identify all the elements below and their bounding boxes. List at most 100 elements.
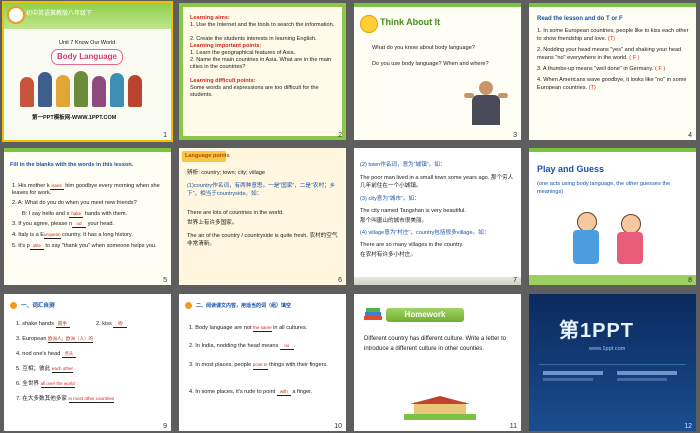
question-1: What do you know about body language? [372, 45, 475, 51]
example-3: The poor man lived in a small town some … [360, 175, 514, 189]
slide-topbar [529, 3, 696, 7]
slide-thumbnail-12[interactable]: 第1PPT www.1ppt.com 12 [529, 294, 696, 431]
slide-subtitle: (one acts using body language, the other… [537, 181, 671, 195]
important-heading: Learning important points: [190, 43, 262, 49]
slide-number: 11 [509, 423, 517, 430]
aims-line-2: 2. Create the students interests in lear… [190, 36, 317, 42]
point-3: (3) city意为“城市”。如： [360, 196, 420, 202]
kids-cartoon-image [559, 210, 669, 268]
statement-2: 2. Nodding your head means "yes" and sha… [537, 47, 682, 61]
slide-heading: 一、词汇自测 [21, 303, 55, 309]
bullet-dot-icon [185, 302, 192, 309]
fill-item-2a: 2. A: What do you do when you meet new f… [12, 200, 137, 206]
slide-thumbnail-1[interactable]: 初中英语冀教版八年级下 Unit 7 Know Our World Body L… [2, 1, 173, 142]
slide-thumbnail-2[interactable]: Learning aims: 1. Use the Internet and t… [179, 3, 346, 140]
slide-thumbnail-11[interactable]: Homework Different country has different… [354, 294, 521, 431]
fill-item-2b: B: I say hello and s hake hands with them… [22, 211, 128, 218]
slide-thumbnail-10[interactable]: 二、阅读课文内容，用适当的词（组）填空 1. Body language are… [179, 294, 346, 431]
aims-line-1: 1. Use the Internet and the tools to sea… [190, 22, 335, 28]
slide-topbar [4, 148, 171, 152]
slide-heading: 二、阅读课文内容，用适当的词（组）填空 [196, 303, 292, 309]
slide-thumbnail-3[interactable]: Think About It What do you know about bo… [354, 3, 521, 140]
slide-title: Fill in the blanks with the words in thi… [10, 162, 134, 168]
slide-title: Read the lesson and do T or F [537, 16, 623, 22]
title-box: Body Language [51, 49, 123, 65]
statement-4: 4. When Americans wave goodbye, it looks… [537, 77, 687, 91]
slide-grid: 初中英语冀教版八年级下 Unit 7 Know Our World Body L… [2, 1, 696, 431]
fill-item-1: 1. His mother k isses him goodbye every m… [12, 183, 160, 196]
example-4-cn: 那个叫唐山的城市很美丽。 [360, 218, 428, 224]
fill-sentence-2: 2. In India, nodding the head means no. [189, 343, 296, 350]
slide-thumbnail-6[interactable]: Language points 辨析: country; town; city;… [179, 148, 346, 285]
fill-sentence-4: 4. In some places, it's rude to point wi… [189, 389, 313, 396]
fill-item-4: 4. Italy is a European country. It has a… [12, 232, 133, 239]
point-1: (1)country作名词，有两种意思，一是“国家”，二是“农村；乡下”，相当于… [187, 183, 336, 197]
cartoon-face-icon [360, 15, 378, 33]
vocab-5: 5. 互相；彼此 each other [16, 366, 74, 373]
slide-title: Homework [404, 310, 446, 319]
people-image [18, 69, 158, 109]
slide-thumbnail-9[interactable]: 一、词汇自测 1. shake hands 握手 2. kiss 吻 3. Eu… [4, 294, 171, 431]
aims-heading: Learning aims: [190, 15, 230, 21]
slide-number: 2 [338, 132, 342, 139]
vocab-7: 7. 在大多数其他多家 in most other countries [16, 396, 115, 403]
key-words: 辨析: country; town; city; village [187, 170, 266, 176]
slide-thumbnail-7[interactable]: (2) town作名词，意为“城镇”。如： The poor man lived… [354, 148, 521, 285]
brand-url: www.1ppt.com [589, 346, 626, 352]
school-house-image [404, 394, 476, 420]
slide-thumbnail-8[interactable]: Play and Guess (one acts using body lang… [529, 148, 696, 285]
brand-logo: 第1PPT [559, 320, 635, 342]
statement-1: 1. In some European countries, people li… [537, 28, 689, 42]
vocab-4: 4. nod one's head 点头 [16, 350, 76, 358]
logo-circle [7, 6, 25, 24]
info-panel [539, 364, 686, 405]
question-2: Do you use body language? When and where… [372, 61, 489, 67]
slide-number: 3 [513, 132, 517, 139]
vocab-6: 6. 全世界 all over the world [16, 381, 75, 388]
slide-title: Play and Guess [537, 164, 605, 174]
slide-heading: Language points [185, 153, 230, 159]
vocab-3: 3. European 欧洲人；欧洲（人）的 [16, 336, 94, 343]
books-icon [364, 308, 382, 324]
example-4: The city named Tangshan is very beautifu… [360, 208, 466, 214]
example-5: There are so many villages in the countr… [360, 242, 464, 248]
slide-number: 6 [338, 277, 342, 284]
point-4: (4) village意为“村庄”，country包括很多village。如： [360, 230, 490, 236]
slide-number: 4 [688, 132, 692, 139]
shrugging-man-image [464, 81, 508, 127]
example-2: The air of the country / countryside is … [187, 233, 338, 247]
slide-thumbnail-4[interactable]: Read the lesson and do T or F 1. In some… [529, 3, 696, 140]
vocab-2: 2. kiss 吻 [96, 320, 128, 328]
slide-title: Think About It [380, 17, 441, 27]
slide-number: 1 [163, 132, 167, 139]
slide-number: 8 [688, 277, 692, 284]
slide-topbar [354, 3, 521, 7]
slide-thumbnail-5[interactable]: Fill in the blanks with the words in thi… [4, 148, 171, 285]
example-5-cn: 在农村有许多小村庄。 [360, 252, 416, 258]
example-1-cn: 世界上有许多国家。 [187, 220, 238, 226]
fill-sentence-3: 3. In most places, people point to thing… [189, 362, 328, 370]
statement-3: 3. A thumbs-up means "well done" in Germ… [537, 66, 666, 72]
important-line-1: 1. Learn the geographical features of As… [190, 50, 296, 56]
fill-item-3: 3. If you agree, please n od your head. [12, 221, 115, 228]
slide-bottom-strip [354, 277, 521, 285]
difficult-line: Some words and expressions are too diffi… [190, 85, 319, 98]
slide-title: Body Language [56, 52, 117, 61]
slide-number: 9 [163, 423, 167, 430]
slide-footer: 第一PPT模板网-WWW.1PPT.COM [32, 115, 117, 121]
difficult-heading: Learning difficult points: [190, 78, 256, 84]
fill-sentence-1: 1. Body language are not the same in all… [189, 325, 308, 332]
slide-number: 12 [684, 423, 692, 430]
title-badge: Homework [386, 308, 464, 322]
homework-text: Different country has different culture.… [364, 336, 507, 352]
unit-text: Unit 7 Know Our World [59, 40, 116, 46]
fill-item-5: 5. It's p olite to say "thank you" when s… [12, 243, 157, 250]
example-1: There are lots of countries in the world… [187, 210, 284, 216]
slide-header: 初中英语冀教版八年级下 [26, 11, 93, 17]
important-line-2: 2. Name the main countries in Asia. What… [190, 57, 332, 70]
point-2: (2) town作名词，意为“城镇”。如： [360, 162, 446, 168]
slide-number: 10 [334, 423, 342, 430]
vocab-1: 1. shake hands 握手 [16, 320, 70, 328]
slide-topbar [529, 148, 696, 152]
slide-number: 7 [513, 277, 517, 284]
